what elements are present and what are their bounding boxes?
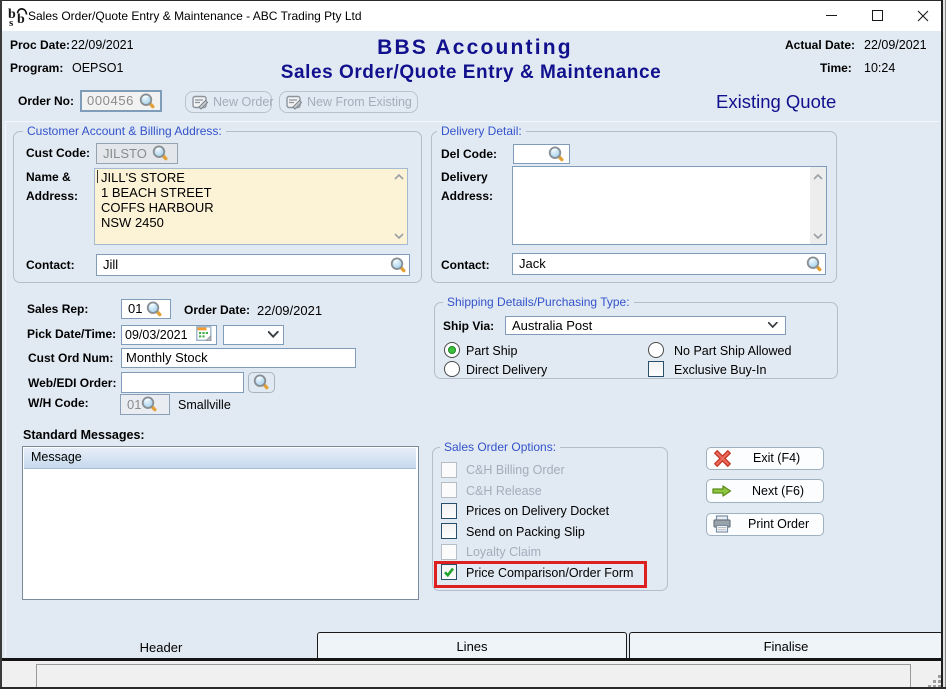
svg-text:s: s [9,17,14,27]
svg-text:b: b [17,12,25,27]
